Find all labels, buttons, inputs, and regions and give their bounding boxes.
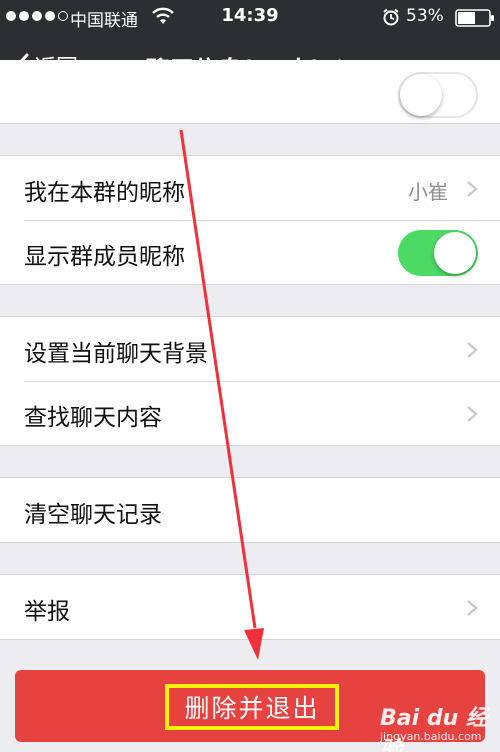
- row-label: 设置当前聊天背景: [24, 341, 208, 367]
- watermark-url: jingyan.baidu.com: [380, 730, 482, 743]
- row-chat-background[interactable]: 设置当前聊天背景: [0, 317, 500, 381]
- settings-group-clear: 清空聊天记录: [0, 477, 500, 543]
- delete-button-label: 删除并退出: [184, 694, 320, 723]
- chevron-right-icon: [467, 406, 478, 422]
- row-label: 举报: [24, 599, 70, 625]
- row-my-nickname[interactable]: 我在本群的昵称 小崔: [0, 156, 500, 220]
- row-label: 显示群成员昵称: [24, 244, 185, 270]
- chevron-right-icon: [467, 342, 478, 358]
- row-partial: [0, 60, 500, 124]
- nickname-value: 小崔: [408, 180, 448, 204]
- alarm-icon: [383, 8, 399, 26]
- row-show-member-nicknames: 显示群成员昵称: [0, 220, 500, 284]
- baidu-jingyan-watermark: Bai du 经验 jingyan.baidu.com: [380, 700, 500, 752]
- watermark-logo: Bai du 经验: [380, 706, 488, 752]
- toggle-knob: [434, 232, 476, 274]
- row-report[interactable]: 举报: [0, 575, 500, 639]
- show-nicknames-toggle[interactable]: [398, 230, 478, 276]
- settings-group-top: [0, 60, 500, 124]
- wechat-screen: 中国联通 14:39 53% 返回 聊天信息(29人): [0, 0, 500, 752]
- row-clear-history[interactable]: 清空聊天记录: [0, 478, 500, 542]
- chevron-right-icon: [467, 600, 478, 616]
- row-search-chat[interactable]: 查找聊天内容: [0, 381, 500, 445]
- row-label: 清空聊天记录: [24, 502, 162, 528]
- chevron-right-icon: [467, 181, 478, 197]
- battery-icon: [455, 9, 494, 27]
- toggle-knob: [400, 74, 442, 116]
- settings-group-nickname: 我在本群的昵称 小崔 显示群成员昵称: [0, 155, 500, 285]
- annotation-highlight-box: 删除并退出: [165, 684, 339, 730]
- row-label: 我在本群的昵称: [24, 180, 185, 206]
- settings-group-chat: 设置当前聊天背景 查找聊天内容: [0, 316, 500, 446]
- status-bar: 中国联通 14:39 53%: [0, 0, 500, 34]
- settings-group-report: 举报: [0, 574, 500, 640]
- battery-percentage: 53%: [406, 6, 444, 26]
- partial-toggle[interactable]: [398, 72, 478, 118]
- row-label: 查找聊天内容: [24, 405, 162, 431]
